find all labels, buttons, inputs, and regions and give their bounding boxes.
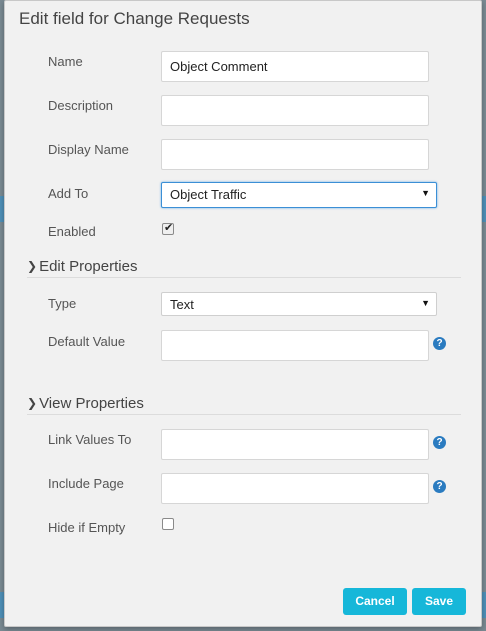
link-values-to-label: Link Values To: [48, 432, 132, 447]
question-circle-icon[interactable]: ?: [433, 436, 446, 449]
chevron-down-icon: ❯: [27, 396, 38, 410]
hide-if-empty-checkbox[interactable]: [162, 518, 174, 530]
add-to-selected-value: Object Traffic: [170, 187, 247, 202]
caret-down-icon: ▼: [421, 188, 430, 198]
add-to-label: Add To: [48, 186, 89, 201]
include-page-input[interactable]: [161, 473, 429, 504]
section-divider: [27, 414, 461, 415]
cancel-button[interactable]: Cancel: [343, 588, 407, 615]
edit-properties-title: Edit Properties: [39, 258, 138, 275]
edit-field-modal: Edit field for Change Requests Name Obje…: [4, 0, 482, 627]
enabled-checkbox[interactable]: ✔: [162, 222, 174, 235]
section-divider: [27, 277, 461, 278]
name-input[interactable]: Object Comment: [161, 51, 429, 82]
display-name-input[interactable]: [161, 139, 429, 170]
modal-title: Edit field for Change Requests: [19, 9, 250, 28]
include-page-label: Include Page: [48, 476, 124, 491]
enabled-label: Enabled: [48, 224, 96, 239]
name-label: Name: [48, 54, 83, 69]
hide-if-empty-label: Hide if Empty: [48, 520, 126, 535]
question-circle-icon[interactable]: ?: [433, 480, 446, 493]
type-select[interactable]: Text ▼: [161, 292, 437, 316]
description-label: Description: [48, 98, 114, 113]
description-input[interactable]: [161, 95, 429, 126]
view-properties-title: View Properties: [39, 395, 144, 412]
view-properties-toggle[interactable]: ❯ View Properties: [27, 395, 144, 412]
save-button[interactable]: Save: [412, 588, 466, 615]
display-name-label: Display Name: [48, 142, 129, 157]
checkmark-icon: ✔: [164, 222, 174, 234]
default-value-input[interactable]: [161, 330, 429, 361]
edit-properties-toggle[interactable]: ❯ Edit Properties: [27, 258, 137, 275]
add-to-select[interactable]: Object Traffic ▼: [161, 182, 437, 208]
link-values-to-input[interactable]: [161, 429, 429, 460]
question-circle-icon[interactable]: ?: [433, 337, 446, 350]
type-selected-value: Text: [170, 297, 194, 312]
default-value-label: Default Value: [48, 334, 126, 349]
caret-down-icon: ▼: [421, 298, 430, 308]
type-label: Type: [48, 296, 77, 311]
chevron-down-icon: ❯: [27, 259, 38, 273]
